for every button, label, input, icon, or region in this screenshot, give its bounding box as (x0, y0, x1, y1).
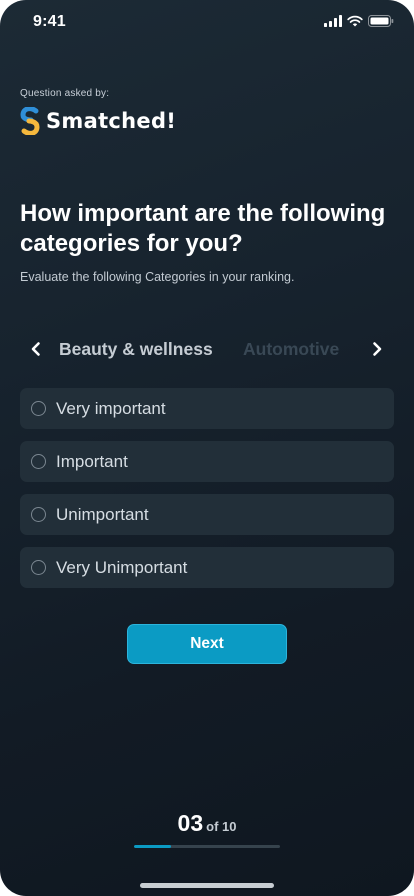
rating-options: Very important Important Unimportant Ver… (20, 388, 394, 600)
question-subtitle: Evaluate the following Categories in you… (20, 270, 295, 284)
option-label: Unimportant (56, 505, 149, 524)
category-next[interactable]: Automotive (243, 339, 339, 360)
phone-screen: 9:41 Question asked by: Smatched! How im… (0, 0, 414, 896)
radio-button[interactable] (31, 454, 46, 469)
radio-button[interactable] (31, 507, 46, 522)
asked-by-label: Question asked by: (20, 88, 110, 99)
chevron-left-icon[interactable] (27, 340, 45, 358)
progress-bar (134, 845, 280, 848)
status-bar: 9:41 (0, 0, 414, 44)
progress-current: 03 (177, 810, 204, 836)
question-title: How important are the following categori… (20, 200, 386, 257)
radio-button[interactable] (31, 401, 46, 416)
option-label: Very Unimportant (56, 558, 188, 577)
home-indicator (140, 883, 274, 888)
progress-bar-fill (134, 845, 171, 848)
option-unimportant[interactable]: Unimportant (20, 494, 394, 535)
chevron-right-icon[interactable] (368, 340, 386, 358)
option-very-important[interactable]: Very important (20, 388, 394, 429)
option-very-unimportant[interactable]: Very Unimportant (20, 547, 394, 588)
next-button[interactable]: Next (127, 624, 287, 664)
smatched-logo-icon (20, 107, 40, 135)
progress-indicator: 03 of 10 (0, 810, 414, 837)
status-time: 9:41 (33, 13, 66, 30)
brand-name: Smatched! (46, 109, 177, 133)
status-icons (324, 15, 394, 27)
battery-icon (368, 15, 394, 27)
option-label: Important (56, 452, 128, 471)
wifi-icon (347, 15, 363, 27)
option-label: Very important (56, 399, 166, 418)
cellular-signal-icon (324, 15, 342, 27)
brand: Smatched! (20, 107, 176, 135)
option-important[interactable]: Important (20, 441, 394, 482)
category-carousel: Beauty & wellness Automotive (0, 334, 414, 364)
progress-total: of 10 (206, 819, 237, 834)
radio-button[interactable] (31, 560, 46, 575)
category-active: Beauty & wellness (59, 339, 213, 359)
